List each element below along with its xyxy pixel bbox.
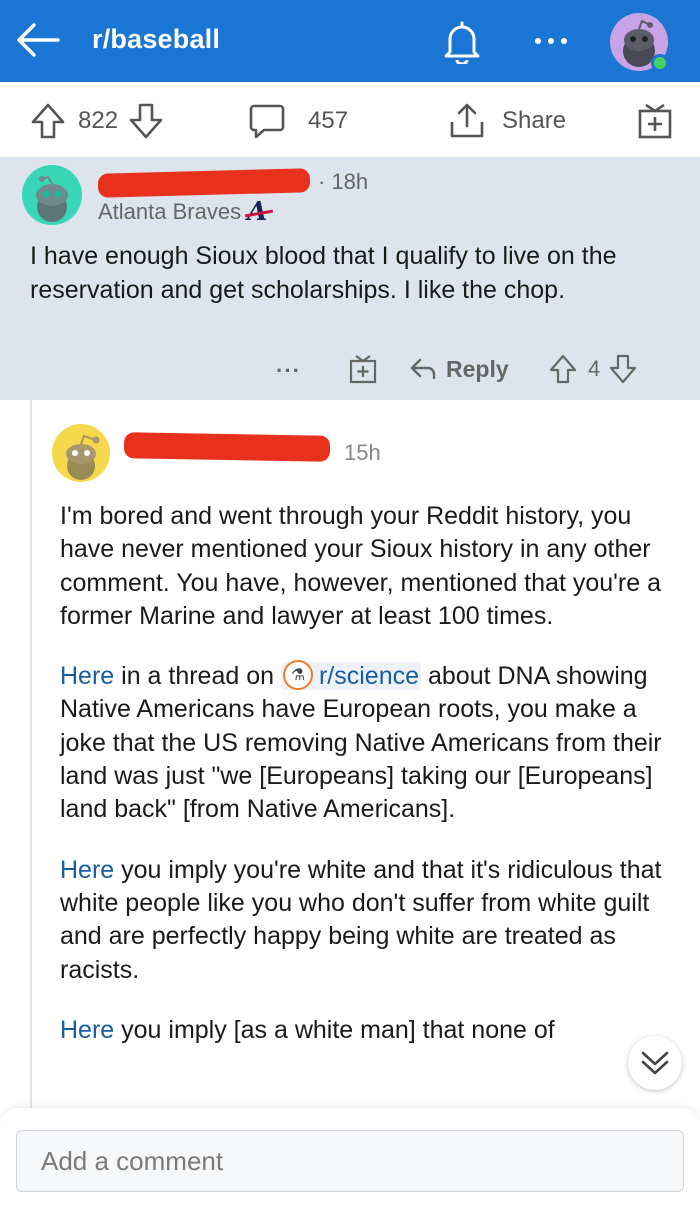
gift-award-icon	[638, 103, 672, 139]
dot-icon	[561, 38, 567, 44]
history-link[interactable]: Here	[60, 856, 114, 884]
comment-award-button[interactable]	[348, 350, 378, 388]
share-label: Share	[502, 107, 567, 134]
notifications-button[interactable]	[436, 16, 488, 68]
upvote-count: 822	[78, 107, 119, 134]
redacted-username	[123, 432, 331, 462]
back-button[interactable]	[14, 18, 62, 62]
more-options-button[interactable]	[526, 26, 576, 56]
user-flair: Atlanta Braves A	[98, 197, 267, 227]
history-link[interactable]: Here	[60, 1016, 114, 1044]
vote-group: 822	[30, 102, 164, 140]
comment-timestamp: · 18h	[318, 169, 369, 194]
double-chevron-down-icon	[641, 1051, 669, 1075]
commenter-avatar[interactable]	[22, 165, 82, 225]
online-status-dot	[651, 54, 669, 72]
back-arrow-icon	[17, 23, 60, 57]
braves-logo-icon: A	[247, 197, 268, 227]
subreddit-chip[interactable]: r/science	[280, 660, 422, 691]
downvote-icon[interactable]	[128, 102, 164, 140]
comment-count: 457	[308, 107, 349, 134]
comments-button[interactable]: 457	[248, 102, 348, 140]
award-button[interactable]	[636, 102, 674, 140]
snoo-avatar-icon	[36, 175, 68, 222]
upvote-icon[interactable]	[30, 102, 66, 140]
reply-paragraph: Here in a thread on r/science about DNA …	[60, 660, 680, 826]
dot-icon	[548, 38, 554, 44]
thread-line[interactable]	[30, 400, 32, 1120]
reply-body: I'm bored and went through your Reddit h…	[60, 500, 680, 1074]
snoo-avatar-icon	[66, 434, 100, 480]
app-header: r/baseball	[0, 0, 700, 82]
share-button[interactable]: Share	[448, 102, 566, 140]
reply-button[interactable]: Reply	[408, 350, 509, 388]
comment-vote-group: 4	[548, 350, 638, 388]
science-subreddit-icon	[282, 660, 313, 691]
post-action-bar: 822 457 Share	[0, 82, 700, 158]
subreddit-title[interactable]: r/baseball	[92, 24, 220, 55]
flair-text: Atlanta Braves	[98, 199, 242, 224]
reply-paragraph: Here you imply you're white and that it'…	[60, 855, 662, 984]
downvote-icon[interactable]	[608, 353, 638, 385]
add-comment-input[interactable]: Add a comment	[16, 1130, 684, 1192]
reply-timestamp: 15h	[344, 440, 381, 465]
upvote-icon[interactable]	[548, 353, 578, 385]
reply-arrow-icon	[410, 358, 436, 380]
jump-to-next-button[interactable]	[628, 1036, 682, 1090]
bell-icon	[444, 21, 480, 64]
share-icon	[450, 103, 484, 138]
gift-award-icon	[349, 355, 377, 384]
comment-body: I have enough Sioux blood that I qualify…	[30, 242, 617, 304]
reply-paragraph: I'm bored and went through your Reddit h…	[60, 502, 661, 630]
reply-paragraph: Here you imply [as a white man] that non…	[60, 1015, 555, 1044]
dot-icon	[535, 38, 541, 44]
comment-more-button[interactable]: ···	[276, 352, 301, 390]
comment-score: 4	[588, 356, 601, 381]
reply-author-avatar[interactable]	[52, 424, 110, 482]
subreddit-link[interactable]: r/science	[319, 662, 419, 690]
comment-bubble-icon	[249, 104, 285, 139]
history-link[interactable]: Here	[60, 662, 114, 690]
reply-label: Reply	[446, 355, 509, 382]
